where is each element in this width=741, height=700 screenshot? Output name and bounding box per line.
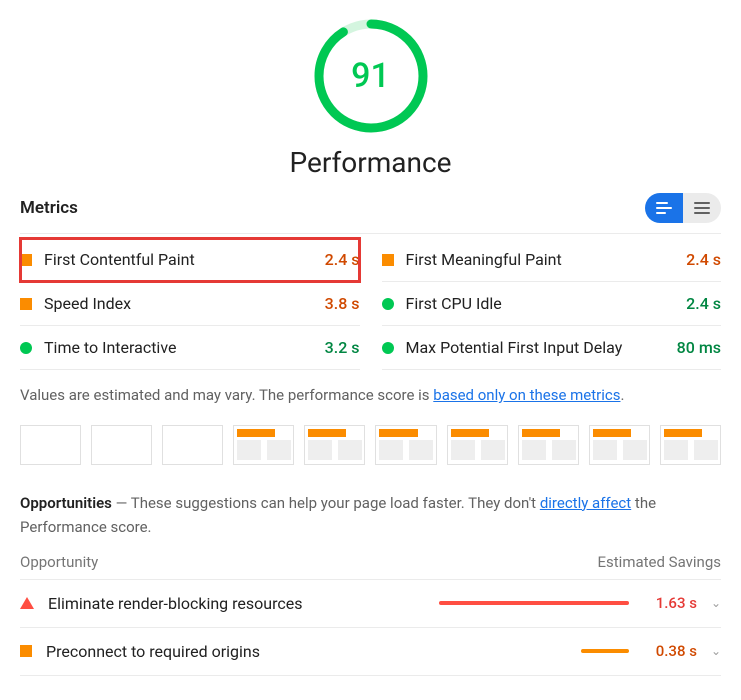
metric-row[interactable]: First CPU Idle 2.4 s [382, 282, 722, 326]
metric-value: 3.2 s [325, 338, 360, 357]
opps-col-right: Estimated Savings [598, 553, 722, 571]
metric-value: 2.4 s [325, 250, 360, 269]
filmstrip-frame [375, 425, 436, 465]
square-orange-icon [382, 254, 394, 266]
opportunities-intro: Opportunities — These suggestions can he… [20, 491, 721, 539]
circle-green-icon [382, 298, 394, 310]
filmstrip-frame [20, 425, 81, 465]
gauge-label: Performance [20, 146, 721, 179]
savings-value: 0.38 s [643, 642, 697, 660]
filmstrip-frame [660, 425, 721, 465]
metric-row[interactable]: Max Potential First Input Delay 80 ms [382, 326, 722, 370]
chevron-down-icon[interactable]: ⌄ [711, 596, 721, 610]
filmstrip-frame [518, 425, 579, 465]
triangle-red-icon [20, 597, 34, 609]
filmstrip [20, 425, 721, 465]
metric-row[interactable]: First Meaningful Paint 2.4 s [382, 238, 722, 282]
metric-name: Speed Index [44, 294, 313, 313]
view-compact-button[interactable] [645, 193, 683, 223]
square-orange-icon [20, 298, 32, 310]
filmstrip-frame [91, 425, 152, 465]
metric-name: Max Potential First Input Delay [406, 338, 665, 357]
performance-gauge: 91 [311, 16, 431, 136]
filmstrip-frame [447, 425, 508, 465]
savings-bar [429, 601, 629, 605]
metrics-heading: Metrics [20, 198, 78, 218]
filmstrip-frame [304, 425, 365, 465]
filmstrip-frame [233, 425, 294, 465]
opps-text: These suggestions can help your page loa… [131, 494, 540, 512]
savings-value: 1.63 s [643, 594, 697, 612]
note-tail: . [620, 386, 624, 404]
metric-row[interactable]: First Contentful Paint 2.4 s [20, 238, 360, 282]
opps-dash: — [112, 494, 131, 512]
metric-value: 80 ms [677, 338, 721, 357]
opps-col-left: Opportunity [20, 553, 98, 571]
metrics-view-toggle [645, 193, 721, 223]
opportunity-name: Eliminate render-blocking resources [48, 594, 415, 613]
note-lead: Values are estimated and may vary. The p… [20, 386, 433, 404]
circle-green-icon [382, 342, 394, 354]
metric-value: 2.4 s [686, 294, 721, 313]
metric-value: 2.4 s [686, 250, 721, 269]
bars-icon [656, 202, 672, 214]
opportunity-row[interactable]: Preconnect to required origins 0.38 s ⌄ [20, 628, 721, 676]
opps-title: Opportunities [20, 494, 112, 512]
chevron-down-icon[interactable]: ⌄ [711, 644, 721, 658]
opps-link[interactable]: directly affect [540, 494, 631, 512]
metric-value: 3.8 s [325, 294, 360, 313]
metric-name: First CPU Idle [406, 294, 675, 313]
opportunity-row[interactable]: Eliminate render-blocking resources 1.63 … [20, 580, 721, 628]
filmstrip-frame [162, 425, 223, 465]
square-orange-icon [20, 254, 32, 266]
lines-icon [694, 202, 710, 214]
square-orange-icon [20, 645, 32, 657]
performance-score: 91 [311, 16, 431, 136]
opportunity-name: Preconnect to required origins [46, 642, 415, 661]
savings-bar [429, 649, 629, 653]
view-expanded-button[interactable] [683, 193, 721, 223]
note-link[interactable]: based only on these metrics [433, 386, 620, 404]
metrics-note: Values are estimated and may vary. The p… [20, 384, 721, 407]
metric-name: First Meaningful Paint [406, 250, 675, 269]
metric-row[interactable]: Speed Index 3.8 s [20, 282, 360, 326]
metric-name: Time to Interactive [44, 338, 313, 357]
filmstrip-frame [589, 425, 650, 465]
metric-row[interactable]: Time to Interactive 3.2 s [20, 326, 360, 370]
circle-green-icon [20, 342, 32, 354]
metric-name: First Contentful Paint [44, 250, 313, 269]
